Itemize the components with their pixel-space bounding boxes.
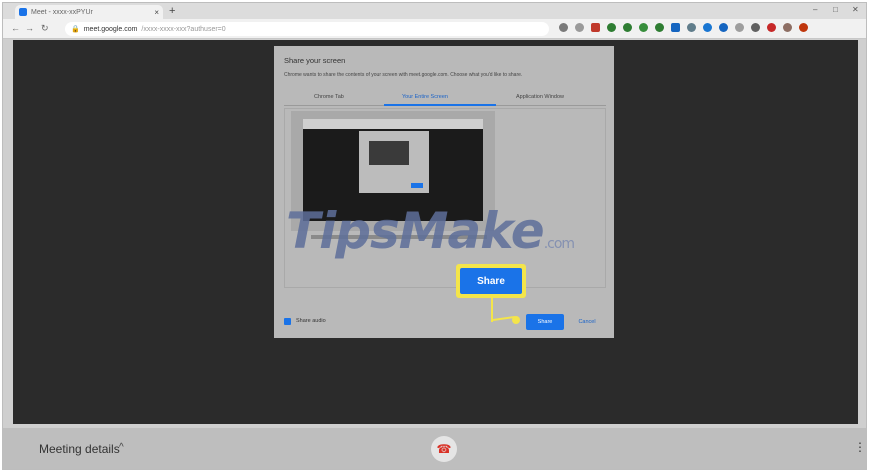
share-button[interactable]: Share [526, 314, 564, 330]
browser-toolbar: ← → ↻ 🔒 meet.google.com/xxxx-xxxx-xxx?au… [3, 19, 866, 39]
meet-bottom-bar: Meeting details ^ ☎ ⋮ [3, 428, 866, 469]
phone-hangup-icon[interactable]: ☎ [431, 436, 457, 462]
share-source-list [284, 108, 606, 288]
chevron-up-icon[interactable]: ^ [119, 442, 124, 453]
extension-icon[interactable] [671, 23, 680, 32]
callout-pointer-dot [512, 316, 520, 324]
share-audio-checkbox[interactable] [284, 318, 291, 325]
tab-strip: Meet - xxxx-xxPYUr × + – □ ✕ [3, 3, 866, 19]
forward-arrow-icon[interactable]: → [25, 23, 34, 33]
window-close-icon[interactable]: ✕ [852, 5, 859, 14]
preview-dialog [359, 131, 429, 193]
cast-icon[interactable] [559, 23, 568, 32]
share-audio-label: Share audio [296, 318, 326, 324]
meeting-details-button[interactable]: Meeting details [39, 442, 120, 456]
active-tab-indicator [384, 104, 496, 106]
share-screen-dialog: Share your screen Chrome wants to share … [274, 46, 614, 338]
extension-icon[interactable] [751, 23, 760, 32]
preview-share-button [411, 183, 423, 188]
extension-icon[interactable] [687, 23, 696, 32]
dialog-description: Chrome wants to share the contents of yo… [284, 72, 523, 78]
bookmark-star-icon[interactable] [575, 23, 584, 32]
tab-title: Meet - xxxx-xxPYUr [31, 8, 93, 16]
watermark-text: TipsMake [286, 202, 545, 260]
address-bar[interactable]: 🔒 meet.google.com/xxxx-xxxx-xxx?authuser… [65, 22, 549, 36]
meet-favicon-icon [19, 8, 27, 16]
profile-avatar-icon[interactable] [799, 23, 808, 32]
extension-icon[interactable] [655, 23, 664, 32]
tab-close-icon[interactable]: × [154, 8, 159, 17]
extension-icon[interactable] [719, 23, 728, 32]
url-host: meet.google.com [83, 25, 138, 33]
lock-icon: 🔒 [71, 26, 80, 33]
extension-icon[interactable] [591, 23, 600, 32]
extension-icon[interactable] [703, 23, 712, 32]
share-callout: Share [456, 264, 526, 298]
tab-application-window[interactable]: Application Window [516, 94, 564, 100]
tab-entire-screen[interactable]: Your Entire Screen [402, 94, 448, 100]
url-path: /xxxx-xxxx-xxx?authuser=0 [141, 25, 226, 33]
watermark-suffix: .com [543, 236, 575, 252]
extension-icon[interactable] [735, 23, 744, 32]
extension-icon[interactable] [783, 23, 792, 32]
extension-icon[interactable] [607, 23, 616, 32]
back-arrow-icon[interactable]: ← [11, 23, 20, 33]
extension-icon[interactable] [767, 23, 776, 32]
extension-icons [559, 23, 808, 32]
minimize-icon[interactable]: – [813, 5, 817, 14]
new-tab-button[interactable]: + [169, 5, 175, 17]
tab-chrome-tab[interactable]: Chrome Tab [314, 94, 344, 100]
preview-dialog-content [369, 141, 409, 165]
extension-icon[interactable] [639, 23, 648, 32]
dialog-title: Share your screen [284, 56, 346, 65]
browser-tab-meet[interactable]: Meet - xxxx-xxPYUr × [15, 5, 163, 19]
share-tabs: Chrome Tab Your Entire Screen Applicatio… [284, 92, 606, 106]
watermark-logo: TipsMake.com [286, 202, 575, 260]
extension-icon[interactable] [623, 23, 632, 32]
more-options-icon[interactable]: ⋮ [854, 440, 866, 454]
reload-icon[interactable]: ↻ [41, 23, 49, 34]
maximize-icon[interactable]: □ [833, 5, 838, 14]
callout-share-button: Share [460, 268, 522, 294]
preview-browser-bar [303, 119, 483, 129]
cancel-button[interactable]: Cancel [572, 314, 602, 330]
